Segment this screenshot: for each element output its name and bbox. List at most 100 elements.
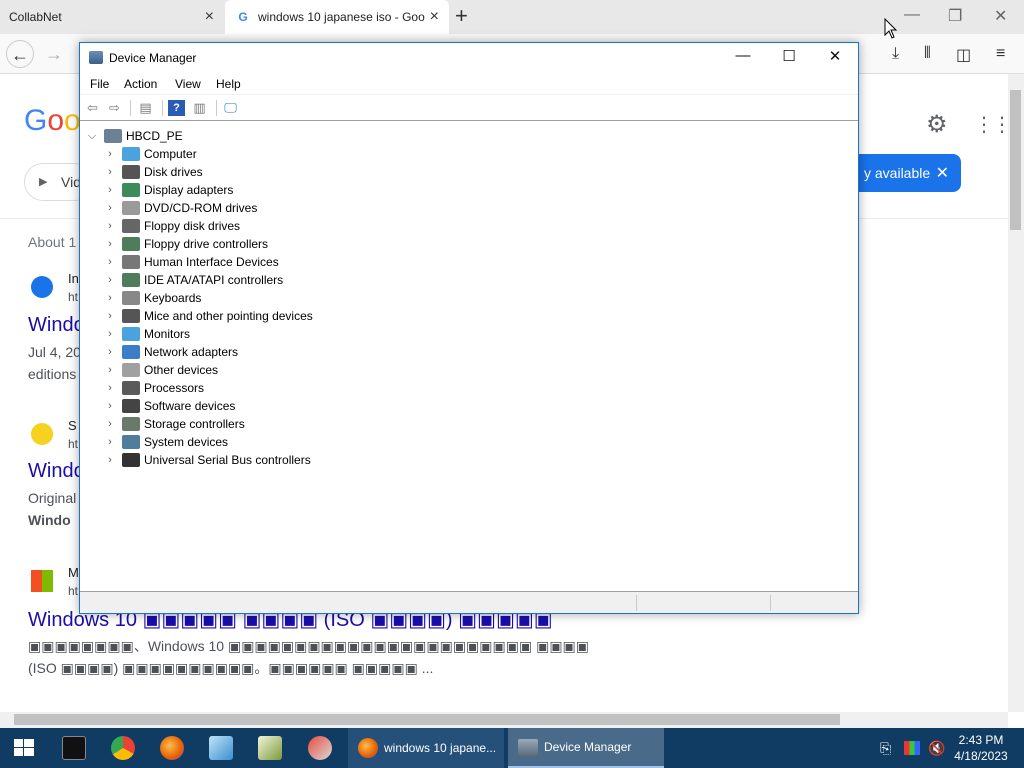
result-title-link[interactable]: Windo	[28, 460, 85, 483]
taskbar-task-device-manager[interactable]: Device Manager	[508, 728, 664, 768]
title-bar[interactable]: Device Manager — ☐ ✕	[80, 43, 858, 73]
chevron-right-icon[interactable]: ›	[102, 274, 118, 286]
tree-node-mouse[interactable]: › Mice and other pointing devices	[102, 307, 313, 325]
update-notification[interactable]: y available ✕	[848, 154, 961, 192]
result-snippet: Jul 4, 20	[28, 344, 81, 360]
tree-node-usb-controller[interactable]: › Universal Serial Bus controllers	[102, 451, 311, 469]
vertical-scroll-thumb[interactable]	[1010, 90, 1021, 230]
tree-node-floppy-controller[interactable]: › Floppy drive controllers	[102, 235, 268, 253]
tree-root-label: HBCD_PE	[126, 129, 183, 143]
software-device-icon	[122, 399, 140, 413]
result-title-link[interactable]: Windo	[28, 314, 85, 337]
chrome-icon[interactable]	[111, 736, 135, 760]
chevron-right-icon[interactable]: ›	[102, 220, 118, 232]
tab-google-search[interactable]: G windows 10 japanese iso - Goo ×	[225, 0, 449, 34]
properties-panel-icon[interactable]: ▥	[191, 100, 208, 116]
tree-node-processor[interactable]: › Processors	[102, 379, 204, 397]
close-tab-icon[interactable]: ×	[205, 8, 214, 26]
chevron-right-icon[interactable]: ›	[102, 454, 118, 466]
maximize-button[interactable]: ☐	[766, 47, 812, 65]
taskbar-clock[interactable]: 2:43 PM 4/18/2023	[950, 732, 1012, 764]
chevron-right-icon[interactable]: ›	[102, 346, 118, 358]
new-tab-button[interactable]: +	[455, 3, 468, 29]
menu-view[interactable]: View	[175, 77, 201, 91]
menu-icon[interactable]: ≡	[996, 45, 1005, 63]
chevron-right-icon[interactable]: ›	[102, 328, 118, 340]
chevron-right-icon[interactable]: ›	[102, 292, 118, 304]
tree-node-display-adapter[interactable]: › Display adapters	[102, 181, 233, 199]
close-icon[interactable]: ✕	[936, 163, 949, 183]
settings-gear-icon[interactable]: ⚙	[926, 110, 948, 139]
volume-muted-icon[interactable]: 🔇	[928, 740, 945, 757]
notepad-icon[interactable]	[209, 736, 233, 760]
chevron-right-icon[interactable]: ›	[102, 436, 118, 448]
close-button[interactable]: ✕	[812, 47, 858, 65]
tree-node-storage-controller[interactable]: › Storage controllers	[102, 415, 245, 433]
result-url[interactable]: ht	[68, 290, 78, 304]
result-url[interactable]: ht	[68, 584, 78, 598]
paint-icon[interactable]	[308, 736, 332, 760]
tree-node-system-devices[interactable]: › System devices	[102, 433, 228, 451]
floppy-drive-icon	[122, 219, 140, 233]
chevron-right-icon[interactable]: ›	[102, 382, 118, 394]
tree-node-hid[interactable]: › Human Interface Devices	[102, 253, 279, 271]
chevron-right-icon[interactable]: ›	[102, 148, 118, 160]
taskbar-task-firefox[interactable]: windows 10 japane...	[348, 728, 504, 768]
back-arrow-icon[interactable]: ⇦	[84, 100, 101, 116]
sidebar-icon[interactable]: ◫	[956, 45, 971, 65]
result-url[interactable]: ht	[68, 437, 78, 451]
tree-node-software-device[interactable]: › Software devices	[102, 397, 235, 415]
tree-node-network-adapter[interactable]: › Network adapters	[102, 343, 238, 361]
tree-node-keyboard[interactable]: › Keyboards	[102, 289, 201, 307]
display-tray-icon[interactable]	[904, 741, 920, 755]
chevron-right-icon[interactable]: ›	[102, 364, 118, 376]
menu-action[interactable]: Action	[124, 77, 157, 91]
forward-button[interactable]: →	[40, 40, 68, 68]
library-icon[interactable]: ⫴	[924, 45, 931, 63]
tree-node-ide-controller[interactable]: › IDE ATA/ATAPI controllers	[102, 271, 283, 289]
window-title: Device Manager	[109, 51, 197, 65]
show-hide-tree-icon[interactable]: ▤	[137, 100, 154, 116]
back-button[interactable]: ←	[6, 40, 34, 68]
device-manager-window: Device Manager — ☐ ✕ File Action View He…	[79, 42, 859, 614]
chevron-right-icon[interactable]: ›	[102, 238, 118, 250]
tree-node-label: Software devices	[144, 399, 236, 413]
help-icon[interactable]: ?	[168, 100, 185, 116]
tree-node-disk-drive[interactable]: › Disk drives	[102, 163, 203, 181]
chevron-right-icon[interactable]: ›	[102, 184, 118, 196]
horizontal-scroll-thumb[interactable]	[14, 714, 840, 725]
arrow-right-icon: →	[45, 44, 63, 64]
scan-hardware-icon[interactable]: 🖵	[222, 100, 239, 116]
menu-help[interactable]: Help	[216, 77, 241, 91]
menu-file[interactable]: File	[90, 77, 109, 91]
tree-node-computer[interactable]: › Computer	[102, 145, 197, 163]
chevron-right-icon[interactable]: ›	[102, 310, 118, 322]
browser-minimize-button[interactable]: —	[904, 6, 920, 24]
chevron-right-icon[interactable]: ›	[102, 166, 118, 178]
minimize-button[interactable]: —	[720, 47, 766, 64]
forward-arrow-icon[interactable]: ⇨	[106, 100, 123, 116]
chevron-right-icon[interactable]: ›	[102, 418, 118, 430]
notepad-plus-plus-icon[interactable]	[258, 736, 282, 760]
firefox-icon[interactable]	[160, 736, 184, 760]
network-tray-icon[interactable]: ⎘	[880, 740, 891, 757]
close-tab-icon[interactable]: ×	[430, 8, 439, 26]
tree-node-monitor[interactable]: › Monitors	[102, 325, 190, 343]
download-icon[interactable]: ⤓	[892, 45, 899, 63]
tab-collabnet[interactable]: CollabNet ×	[0, 0, 224, 34]
chevron-down-icon[interactable]: ⌵	[84, 130, 100, 143]
command-prompt-icon[interactable]	[62, 736, 86, 760]
chevron-right-icon[interactable]: ›	[102, 256, 118, 268]
chevron-right-icon[interactable]: ›	[102, 400, 118, 412]
tree-node-floppy-drive[interactable]: › Floppy disk drives	[102, 217, 240, 235]
chevron-right-icon[interactable]: ›	[102, 202, 118, 214]
google-logo[interactable]: Goo	[24, 104, 81, 138]
tree-node-label: Storage controllers	[144, 417, 245, 431]
tree-node-dvd-drive[interactable]: › DVD/CD-ROM drives	[102, 199, 257, 217]
browser-close-button[interactable]: ✕	[994, 6, 1007, 26]
processor-icon	[122, 381, 140, 395]
tree-node-other-devices[interactable]: › Other devices	[102, 361, 218, 379]
tree-root-hbcd-pe[interactable]: ⌵ HBCD_PE	[84, 127, 183, 145]
browser-restore-button[interactable]: ❐	[948, 6, 962, 26]
start-button[interactable]	[0, 728, 48, 768]
